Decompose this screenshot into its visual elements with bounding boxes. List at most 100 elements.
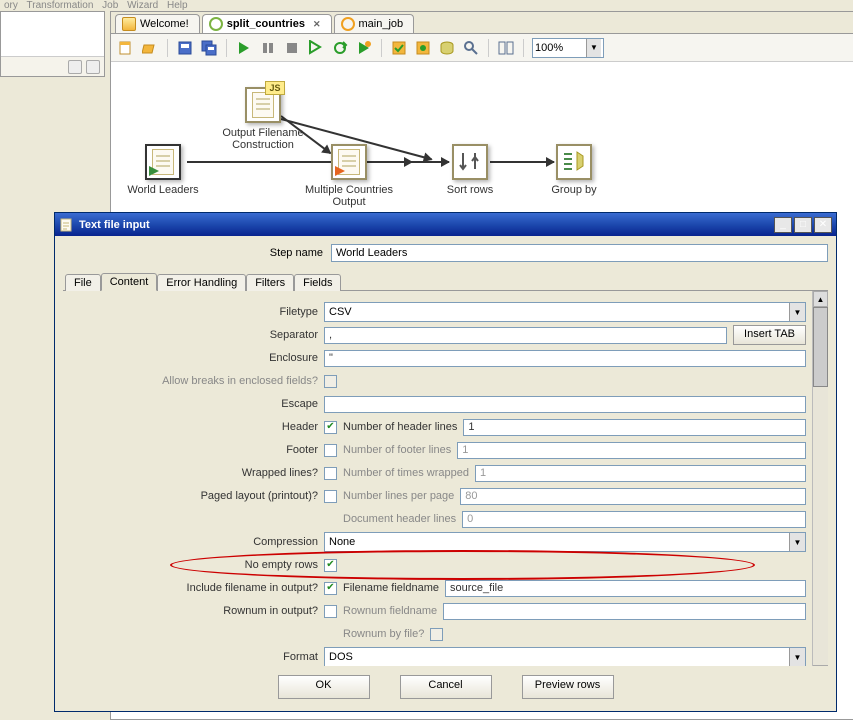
lines-per-page-input — [460, 488, 806, 505]
format-label: Format — [63, 651, 324, 663]
header-lines-label: Number of header lines — [343, 421, 457, 433]
tab-split-countries[interactable]: split_countries ✕ — [202, 14, 332, 33]
tab-welcome[interactable]: Welcome! — [115, 14, 200, 33]
filetype-select[interactable]: CSV ▼ — [324, 302, 806, 322]
tab-label: split_countries — [227, 18, 305, 30]
chevron-down-icon: ▼ — [789, 533, 805, 551]
footer-checkbox[interactable] — [324, 444, 337, 457]
results-icon[interactable] — [497, 39, 515, 57]
sql-icon[interactable] — [438, 39, 456, 57]
save-icon[interactable] — [176, 39, 194, 57]
include-filename-checkbox[interactable] — [324, 582, 337, 595]
zoom-select[interactable]: 100% ▼ — [532, 38, 604, 58]
save-as-icon[interactable] — [200, 39, 218, 57]
filename-fieldname-input[interactable] — [445, 580, 806, 597]
scroll-up-icon[interactable]: ▲ — [813, 291, 828, 307]
node-label: Group by — [551, 184, 596, 196]
explore-icon[interactable] — [462, 39, 480, 57]
scroll-thumb[interactable] — [813, 307, 828, 387]
menu-item[interactable]: ory — [4, 0, 18, 11]
compression-select[interactable]: None▼ — [324, 532, 806, 552]
select-value: CSV — [329, 306, 352, 318]
wrap-times-input — [475, 465, 806, 482]
transformation-canvas[interactable]: JS Output Filename Construction World Le… — [111, 62, 853, 217]
format-select[interactable]: DOS▼ — [324, 647, 806, 666]
pause-icon[interactable] — [259, 39, 277, 57]
enclosure-input[interactable] — [324, 350, 806, 367]
no-empty-checkbox[interactable] — [324, 559, 337, 572]
chevron-down-icon: ▼ — [789, 648, 805, 666]
tab-filters[interactable]: Filters — [246, 274, 294, 291]
scrollbar[interactable]: ▲ ▼ — [812, 291, 828, 666]
chevron-down-icon: ▼ — [789, 303, 805, 321]
check-icon[interactable] — [390, 39, 408, 57]
panel-action-icon[interactable] — [86, 60, 100, 74]
separator-label: Separator — [63, 329, 324, 341]
paged-checkbox[interactable] — [324, 490, 337, 503]
escape-label: Escape — [63, 398, 324, 410]
rownum-fieldname-label: Rownum fieldname — [343, 605, 437, 617]
dialog-buttons: OK Cancel Preview rows — [55, 666, 836, 711]
doc-header-lines-input — [462, 511, 806, 528]
node-multi-countries[interactable]: Multiple Countries Output — [289, 144, 409, 208]
toolbar: 100% ▼ — [111, 34, 853, 62]
node-js[interactable]: JS Output Filename Construction — [203, 87, 323, 151]
titlebar[interactable]: Text file input _ □ ✕ — [55, 213, 836, 236]
close-icon[interactable]: ✕ — [313, 19, 321, 30]
header-lines-input[interactable] — [463, 419, 806, 436]
dialog-text-file-input: Text file input _ □ ✕ Step name File Con… — [54, 212, 837, 712]
node-label: World Leaders — [127, 184, 198, 196]
tab-error-handling[interactable]: Error Handling — [157, 274, 246, 291]
preview-rows-button[interactable]: Preview rows — [522, 675, 614, 699]
scroll-down-icon[interactable]: ▼ — [813, 665, 828, 666]
filetype-label: Filetype — [63, 306, 324, 318]
lines-per-page-label: Number lines per page — [343, 490, 454, 502]
tab-fields[interactable]: Fields — [294, 274, 341, 291]
impact-icon[interactable] — [414, 39, 432, 57]
escape-input[interactable] — [324, 396, 806, 413]
node-world-leaders[interactable]: World Leaders — [103, 144, 223, 196]
dialog-title: Text file input — [79, 219, 774, 231]
zoom-value: 100% — [535, 42, 563, 54]
debug-icon[interactable] — [331, 39, 349, 57]
run-icon[interactable] — [235, 39, 253, 57]
tab-content[interactable]: Content — [101, 273, 158, 291]
preview-icon[interactable] — [307, 39, 325, 57]
paged-label: Paged layout (printout)? — [63, 490, 324, 502]
menu-item[interactable]: Wizard — [127, 0, 158, 11]
menu-item[interactable]: Job — [102, 0, 118, 11]
menu-item[interactable]: Help — [167, 0, 188, 11]
tab-main-job[interactable]: main_job — [334, 14, 415, 33]
tab-file[interactable]: File — [65, 274, 101, 291]
menu-item[interactable]: Transformation — [27, 0, 94, 11]
wrapped-checkbox[interactable] — [324, 467, 337, 480]
tab-label: main_job — [359, 18, 404, 30]
node-sort-rows[interactable]: Sort rows — [410, 144, 530, 196]
ok-button[interactable]: OK — [278, 675, 370, 699]
insert-tab-button[interactable]: Insert TAB — [733, 325, 806, 345]
job-icon — [341, 17, 355, 31]
allow-breaks-label: Allow breaks in enclosed fields? — [63, 375, 324, 387]
minimize-icon[interactable]: _ — [774, 217, 792, 233]
step-name-input[interactable] — [331, 244, 828, 262]
doc-header-lines-label: Document header lines — [343, 513, 456, 525]
panel-action-icon[interactable] — [68, 60, 82, 74]
open-icon[interactable] — [141, 39, 159, 57]
transformation-icon — [209, 17, 223, 31]
rownum-label: Rownum in output? — [63, 605, 324, 617]
step-name-label: Step name — [63, 247, 331, 259]
node-group-by[interactable]: Group by — [514, 144, 634, 196]
maximize-icon[interactable]: □ — [794, 217, 812, 233]
rownum-checkbox[interactable] — [324, 605, 337, 618]
stop-icon[interactable] — [283, 39, 301, 57]
separator-input[interactable] — [324, 327, 727, 344]
cancel-button[interactable]: Cancel — [400, 675, 492, 699]
left-panel — [0, 11, 105, 77]
header-checkbox[interactable] — [324, 421, 337, 434]
replay-icon[interactable] — [355, 39, 373, 57]
wrap-times-label: Number of times wrapped — [343, 467, 469, 479]
close-icon[interactable]: ✕ — [814, 217, 832, 233]
folder-icon — [122, 17, 136, 31]
new-icon[interactable] — [117, 39, 135, 57]
footer-label: Footer — [63, 444, 324, 456]
